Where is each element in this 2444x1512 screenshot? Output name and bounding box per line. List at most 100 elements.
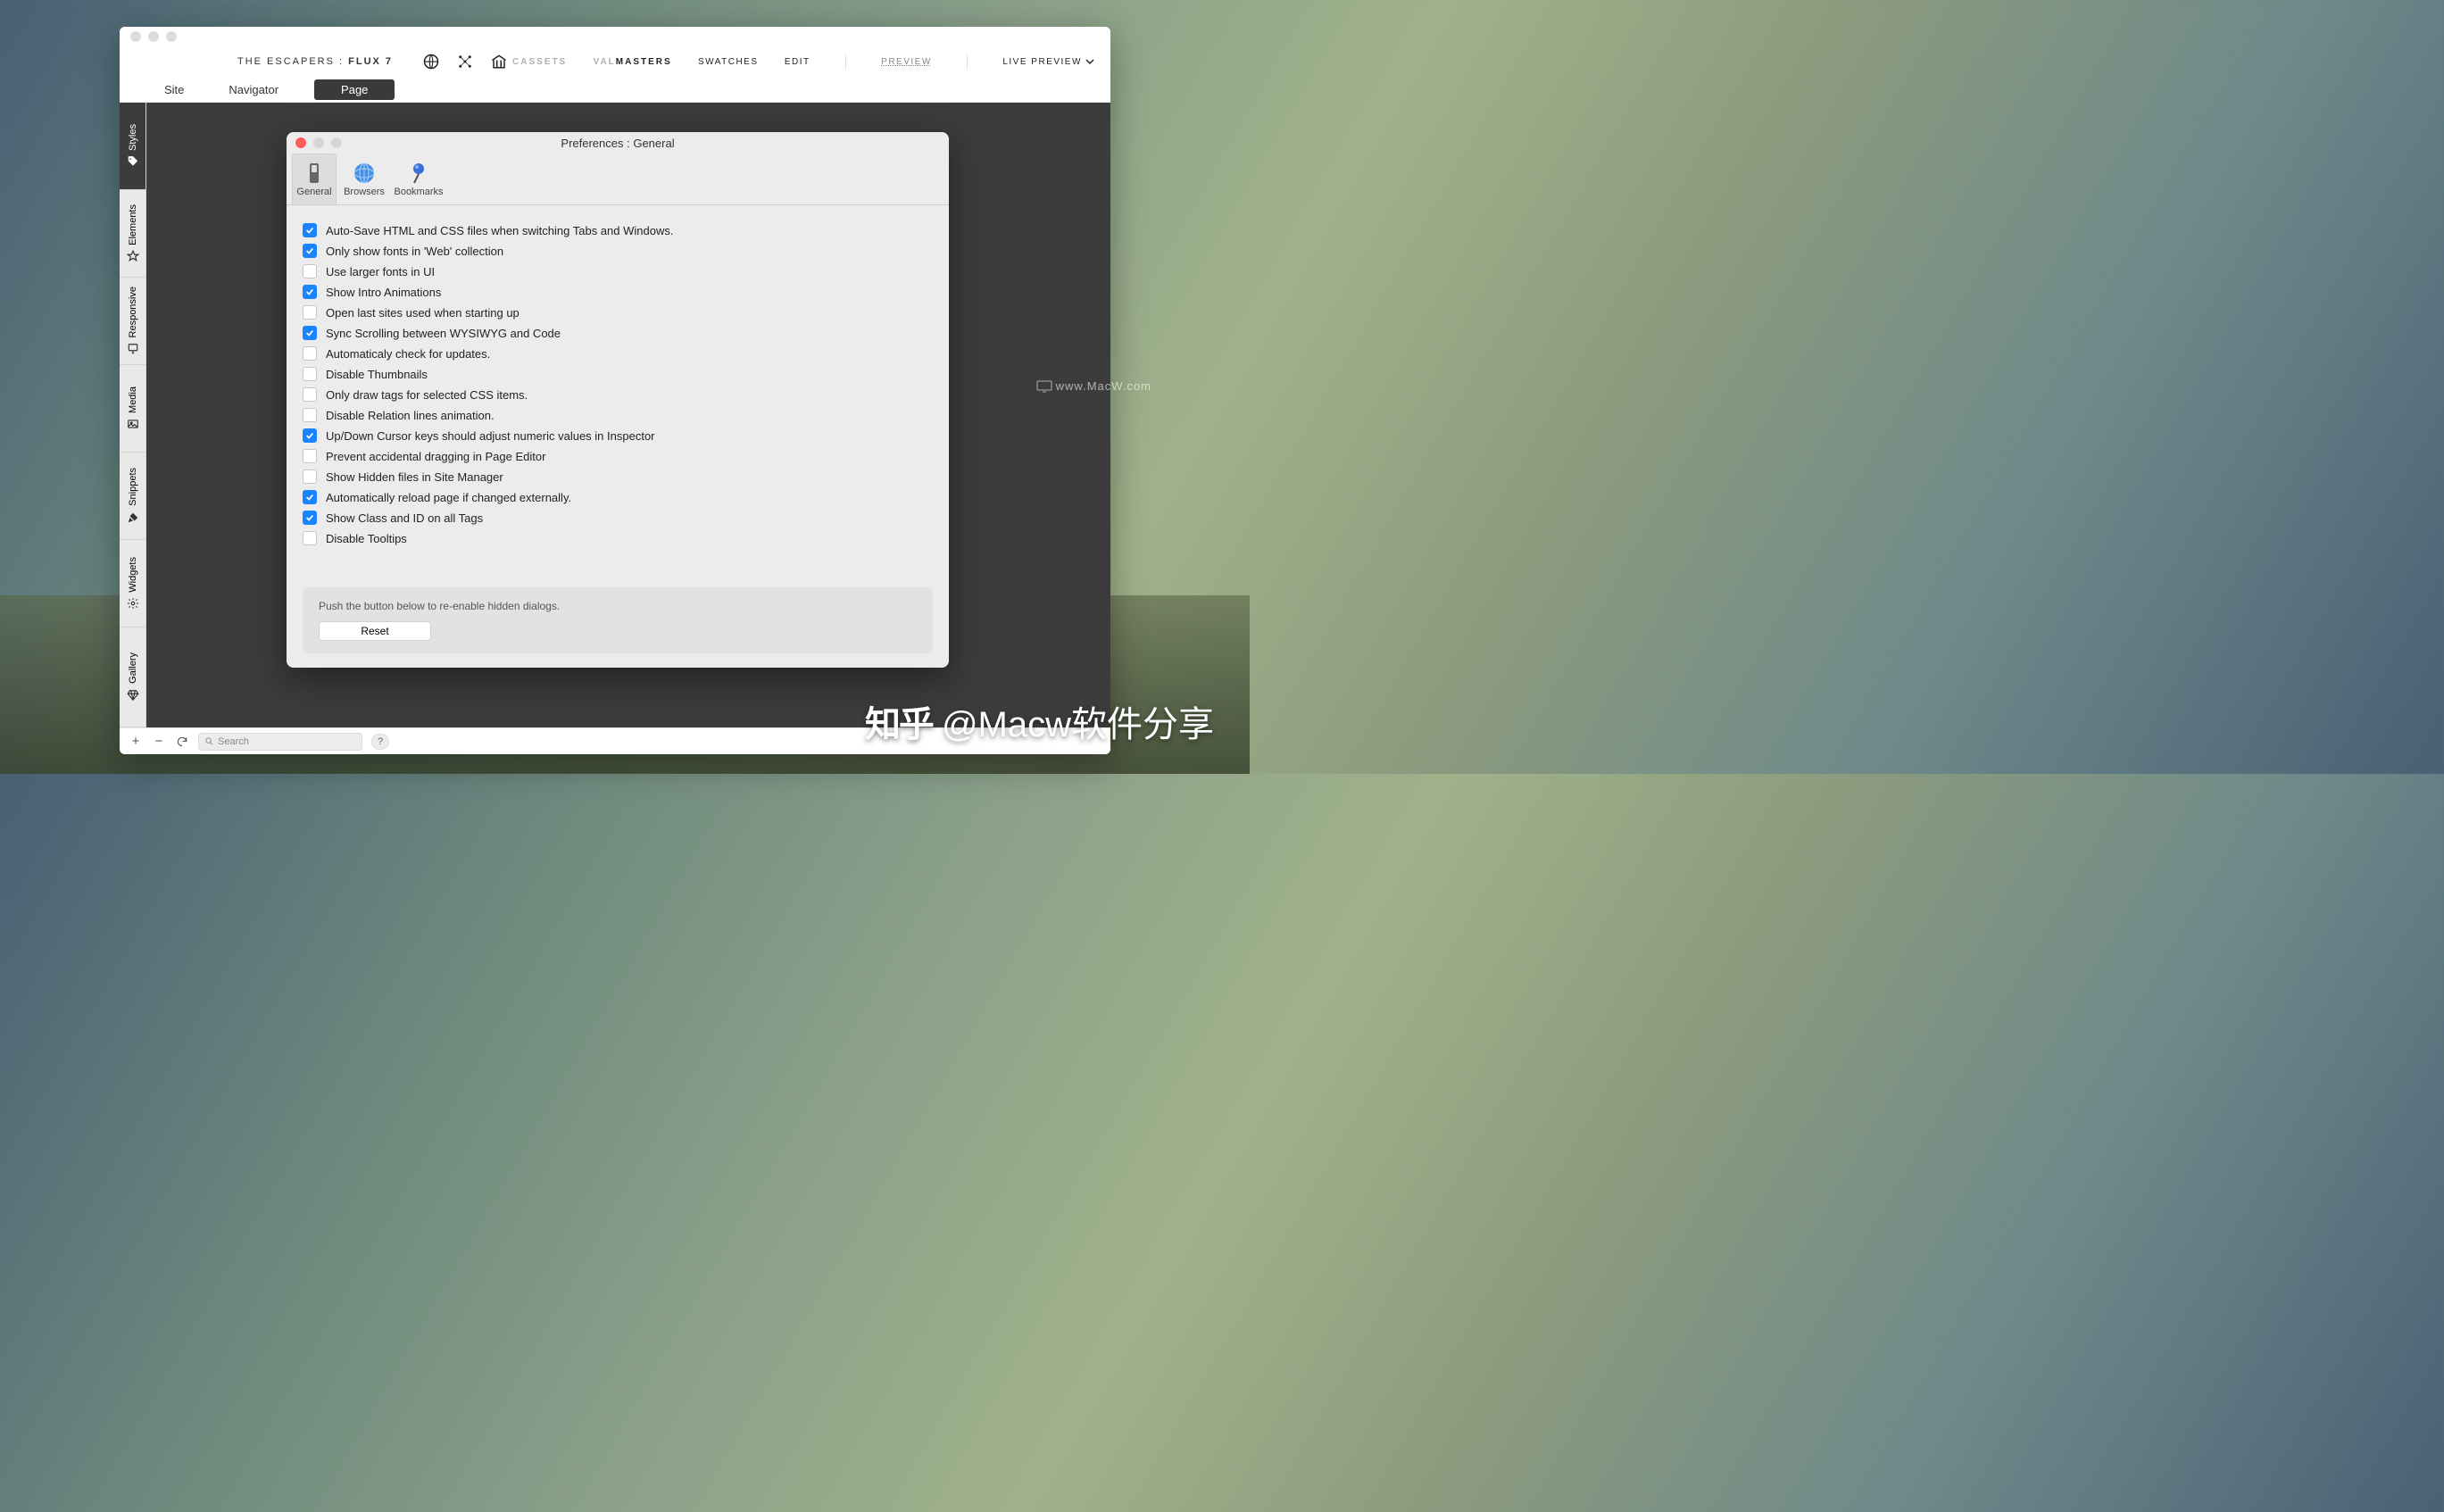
checkbox[interactable] xyxy=(303,511,317,525)
checkbox[interactable] xyxy=(303,223,317,237)
add-button[interactable]: + xyxy=(129,735,143,749)
preferences-tabs: General Browsers Bookmarks xyxy=(287,154,949,205)
pref-check-row: Show Class and ID on all Tags xyxy=(303,511,933,525)
tab-navigator[interactable]: Navigator xyxy=(220,79,287,100)
pref-check-row: Open last sites used when starting up xyxy=(303,305,933,320)
sidebar-item-snippets[interactable]: Snippets xyxy=(120,453,145,540)
watermark-macw: www.MacW.com xyxy=(1036,379,1151,393)
remove-button[interactable]: − xyxy=(152,735,166,749)
checkbox-label: Show Intro Animations xyxy=(326,286,441,299)
checkbox-label: Automatically reload page if changed ext… xyxy=(326,491,571,504)
search-input[interactable]: Search xyxy=(198,733,362,751)
checkbox[interactable] xyxy=(303,367,317,381)
globe-icon[interactable] xyxy=(423,54,439,70)
checkbox-label: Use larger fonts in UI xyxy=(326,265,435,278)
pref-check-row: Disable Thumbnails xyxy=(303,367,933,381)
library-icon[interactable] xyxy=(491,54,507,70)
toolbar-separator xyxy=(967,54,968,69)
pref-check-row: Use larger fonts in UI xyxy=(303,264,933,278)
preferences-body: Auto-Save HTML and CSS files when switch… xyxy=(287,205,949,668)
pref-close-button[interactable] xyxy=(295,137,306,148)
checkbox-label: Prevent accidental dragging in Page Edit… xyxy=(326,450,545,463)
sidebar-item-widgets[interactable]: Widgets xyxy=(120,540,145,627)
checkbox[interactable] xyxy=(303,408,317,422)
search-placeholder: Search xyxy=(218,736,249,747)
main-titlebar xyxy=(120,27,1110,46)
refresh-icon xyxy=(176,735,188,748)
menu-edit[interactable]: EDIT xyxy=(785,57,811,67)
pref-zoom-button[interactable] xyxy=(331,137,342,148)
checkbox[interactable] xyxy=(303,531,317,545)
pref-check-row: Automaticaly check for updates. xyxy=(303,346,933,361)
pen-icon xyxy=(127,511,139,524)
checkbox-label: Up/Down Cursor keys should adjust numeri… xyxy=(326,429,655,443)
menu-code[interactable]: CASSETS xyxy=(512,57,567,67)
image-icon xyxy=(127,418,139,430)
star-icon xyxy=(127,250,139,262)
watermark-zhihu: 知乎 @Macw软件分享 xyxy=(865,695,1214,747)
reset-section: Push the button below to re-enable hidde… xyxy=(303,587,933,653)
checkbox[interactable] xyxy=(303,305,317,320)
checkbox-label: Auto-Save HTML and CSS files when switch… xyxy=(326,224,673,237)
pref-check-row: Disable Tooltips xyxy=(303,531,933,545)
tab-page[interactable]: Page xyxy=(314,79,395,100)
pref-check-row: Auto-Save HTML and CSS files when switch… xyxy=(303,223,933,237)
checkbox-label: Disable Relation lines animation. xyxy=(326,409,495,422)
checkbox[interactable] xyxy=(303,346,317,361)
checkbox[interactable] xyxy=(303,326,317,340)
left-sidebar: Styles Elements Responsive Media Snippet… xyxy=(120,103,146,727)
window-close-button[interactable] xyxy=(130,31,141,42)
help-button[interactable]: ? xyxy=(371,734,389,750)
checkbox[interactable] xyxy=(303,387,317,402)
window-minimize-button[interactable] xyxy=(148,31,159,42)
checkbox[interactable] xyxy=(303,449,317,463)
checkbox-label: Disable Tooltips xyxy=(326,532,407,545)
pref-tab-general[interactable]: General xyxy=(292,154,337,204)
menu-live-preview[interactable]: LIVE PREVIEW xyxy=(1002,57,1094,67)
window-zoom-button[interactable] xyxy=(166,31,177,42)
search-icon xyxy=(204,736,214,746)
toolbar-right-menu: CASSETS VALMASTERS SWATCHES EDIT PREVIEW… xyxy=(512,54,1110,69)
pref-check-row: Only show fonts in 'Web' collection xyxy=(303,244,933,258)
checkbox-label: Disable Thumbnails xyxy=(326,368,428,381)
view-tabs: Site Navigator Page xyxy=(120,77,1110,102)
menu-preview[interactable]: PREVIEW xyxy=(881,57,932,67)
main-toolbar: THE ESCAPERS : FLUX 7 CASSETS VALMASTERS… xyxy=(120,46,1110,77)
sidebar-item-elements[interactable]: Elements xyxy=(120,190,145,278)
sidebar-item-media[interactable]: Media xyxy=(120,365,145,453)
tag-icon xyxy=(127,155,139,168)
switch-icon xyxy=(303,162,326,185)
pushpin-icon xyxy=(407,162,430,185)
sidebar-item-responsive[interactable]: Responsive xyxy=(120,278,145,365)
pref-check-row: Show Intro Animations xyxy=(303,285,933,299)
checkbox[interactable] xyxy=(303,285,317,299)
preferences-titlebar: Preferences : General xyxy=(287,132,949,154)
checkbox[interactable] xyxy=(303,469,317,484)
diamond-icon xyxy=(127,689,139,702)
pref-check-row: Prevent accidental dragging in Page Edit… xyxy=(303,449,933,463)
checkbox-label: Show Hidden files in Site Manager xyxy=(326,470,503,484)
pref-check-row: Automatically reload page if changed ext… xyxy=(303,490,933,504)
checkbox[interactable] xyxy=(303,244,317,258)
checkbox[interactable] xyxy=(303,264,317,278)
pref-tab-browsers[interactable]: Browsers xyxy=(342,154,387,204)
menu-swatches[interactable]: SWATCHES xyxy=(698,57,759,67)
reset-button[interactable]: Reset xyxy=(319,621,431,641)
device-icon xyxy=(127,343,139,355)
checkbox-label: Open last sites used when starting up xyxy=(326,306,520,320)
sidebar-item-gallery[interactable]: Gallery xyxy=(120,627,145,727)
checkbox[interactable] xyxy=(303,490,317,504)
menu-masters[interactable]: VALMASTERS xyxy=(594,57,672,67)
checkbox-label: Show Class and ID on all Tags xyxy=(326,511,483,525)
nodes-icon[interactable] xyxy=(457,54,473,70)
brand-label: THE ESCAPERS : FLUX 7 xyxy=(237,56,393,67)
globe-icon xyxy=(353,162,376,185)
preferences-window: Preferences : General General Browsers B… xyxy=(287,132,949,668)
pref-minimize-button[interactable] xyxy=(313,137,324,148)
sidebar-item-styles[interactable]: Styles xyxy=(120,103,145,190)
tab-site[interactable]: Site xyxy=(155,79,193,100)
pref-tab-bookmarks[interactable]: Bookmarks xyxy=(392,154,445,204)
checkbox[interactable] xyxy=(303,428,317,443)
refresh-button[interactable] xyxy=(175,735,189,749)
checkbox-label: Automaticaly check for updates. xyxy=(326,347,490,361)
